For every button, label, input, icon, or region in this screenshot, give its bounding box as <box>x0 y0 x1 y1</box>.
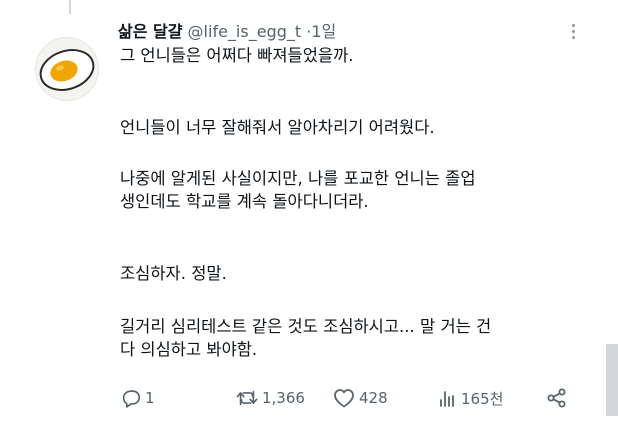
share-icon <box>547 388 566 408</box>
more-icon-dot <box>571 23 575 27</box>
heart-icon <box>334 389 354 408</box>
views-button[interactable]: 165천 <box>436 385 503 411</box>
tweet-paragraph: 언니들이 너무 잘해줘서 알아차리기 어려웠다. <box>120 116 435 139</box>
boiled-egg-icon <box>39 49 95 91</box>
tweet-text-line: 그 언니들은 어쩌다 빠져들었을까. <box>120 46 354 65</box>
tweet-paragraph: 조심하자. 정말. <box>120 262 227 285</box>
tweet-text-line: 나중에 알게된 사실이지만, 나를 포교한 언니는 졸업 <box>120 169 476 188</box>
share-button[interactable] <box>546 385 568 411</box>
view-count: 165천 <box>461 389 504 408</box>
author-handle[interactable]: @life_is_egg_t <box>188 22 302 41</box>
tweet-text-line: 생인데도 학교를 계속 돌아다니더라. <box>120 192 369 211</box>
tweet-text-line: 길거리 심리테스트 같은 것도 조심하시고... 말 거는 건 <box>120 317 492 336</box>
more-icon-dot <box>571 29 575 33</box>
reply-count: 1 <box>145 389 155 407</box>
more-button[interactable] <box>562 20 584 42</box>
tweet-text-line: 언니들이 너무 잘해줘서 알아차리기 어려웠다. <box>120 118 435 137</box>
reply-button[interactable]: 1 <box>120 385 155 411</box>
tweet-text-line: 다 의심하고 봐야함. <box>120 340 258 359</box>
views-icon <box>440 391 454 407</box>
tweet-header: 삶은 달걀 @life_is_egg_t ·1일 <box>118 18 336 42</box>
tweet-paragraph: 그 언니들은 어쩌다 빠져들었을까. <box>120 44 354 67</box>
scrollbar-thumb[interactable] <box>606 344 618 416</box>
thread-connector-line <box>69 0 71 14</box>
like-button[interactable]: 428 <box>332 385 388 411</box>
tweet-paragraph: 길거리 심리테스트 같은 것도 조심하시고... 말 거는 건 다 의심하고 봐… <box>120 315 491 361</box>
reply-icon <box>122 390 141 408</box>
tweet-text-line: 조심하자. 정말. <box>120 264 227 283</box>
like-count: 428 <box>359 389 388 407</box>
avatar[interactable] <box>35 37 99 101</box>
more-icon-dot <box>571 35 575 39</box>
retweet-count: 1,366 <box>262 389 305 407</box>
tweet-paragraph: 나중에 알게된 사실이지만, 나를 포교한 언니는 졸업 생인데도 학교를 계속… <box>120 167 476 213</box>
retweet-button[interactable]: 1,366 <box>235 385 305 411</box>
retweet-icon <box>236 390 258 406</box>
scrollbar[interactable] <box>606 0 618 433</box>
author-name[interactable]: 삶은 달걀 <box>118 22 182 41</box>
tweet-actions: 1 1,366 428 165천 <box>120 385 580 411</box>
tweet-time[interactable]: 1일 <box>311 22 336 41</box>
